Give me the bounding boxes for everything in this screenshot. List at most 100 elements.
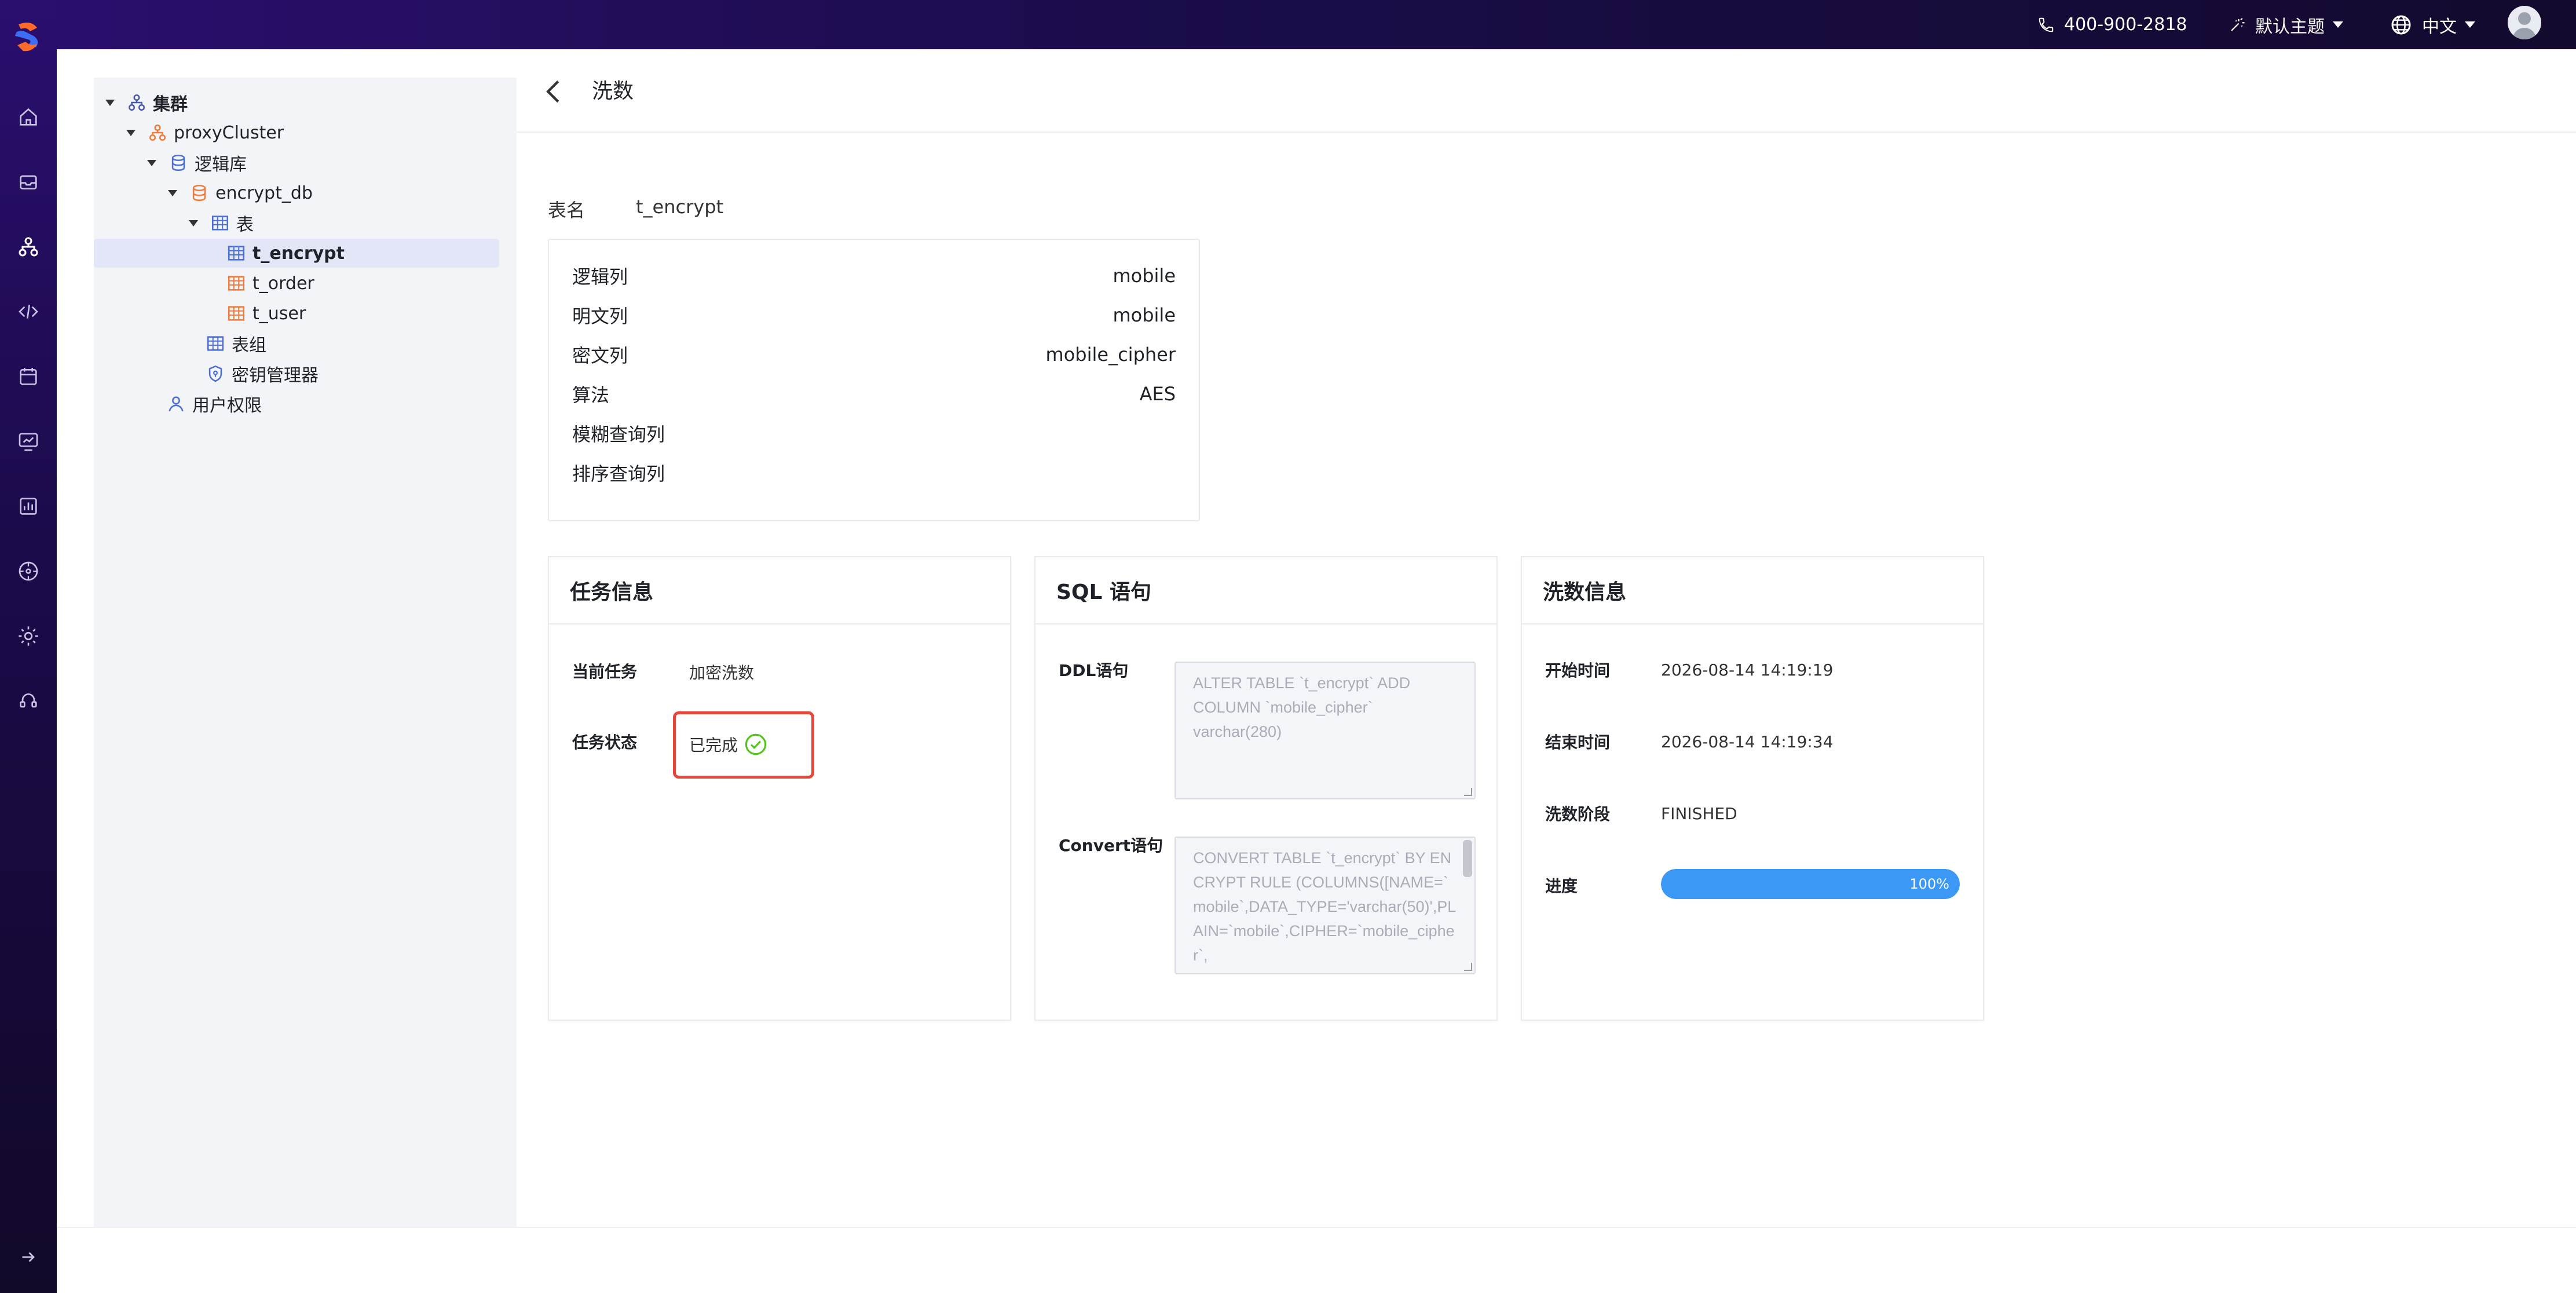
panel-title: SQL 语句 xyxy=(1035,557,1496,624)
expand-sidebar-icon[interactable] xyxy=(16,1244,41,1270)
footer-bar xyxy=(57,1227,2576,1293)
shield-icon xyxy=(205,363,226,384)
stage-label: 洗数阶段 xyxy=(1545,805,1611,824)
caret-down-icon xyxy=(168,189,177,196)
user-icon xyxy=(166,393,186,414)
tree-node-key-manager[interactable]: 密钥管理器 xyxy=(205,359,319,388)
current-task-label: 当前任务 xyxy=(572,662,638,681)
progress-bar: 100% xyxy=(1661,869,1960,899)
resize-handle-icon[interactable] xyxy=(1464,788,1472,796)
column-key: 算法 xyxy=(572,384,610,406)
column-row-plain: 明文列 mobile xyxy=(572,300,1176,330)
resize-handle-icon[interactable] xyxy=(1464,963,1472,971)
cluster-node-icon xyxy=(147,122,168,143)
column-row-fuzzy: 模糊查询列 xyxy=(572,418,1176,448)
stage-value: FINISHED xyxy=(1661,804,1737,823)
tree-label: proxyCluster xyxy=(174,122,284,143)
table-icon xyxy=(226,243,247,264)
resource-tree: 集群 proxyCluster 逻辑库 encrypt_db 表 t_encry… xyxy=(94,78,517,1236)
end-time-label: 结束时间 xyxy=(1545,733,1611,752)
sql-panel: SQL 语句 DDL语句 ALTER TABLE `t_encrypt` ADD… xyxy=(1034,556,1498,1021)
column-row-cipher: 密文列 mobile_cipher xyxy=(572,339,1176,370)
tree-label: encrypt_db xyxy=(215,182,313,203)
report-icon[interactable] xyxy=(16,494,41,519)
tree-label: t_user xyxy=(253,303,306,324)
back-button[interactable] xyxy=(544,77,568,106)
progress-text: 100% xyxy=(1909,876,1949,892)
dashboard-icon[interactable] xyxy=(16,558,41,584)
start-time-value: 2026-08-14 14:19:19 xyxy=(1661,660,1834,680)
column-value: AES xyxy=(1139,383,1176,405)
cluster-icon[interactable] xyxy=(16,234,41,260)
page-header: 洗数 xyxy=(517,49,2576,133)
column-value: mobile xyxy=(1113,265,1176,287)
column-key: 密文列 xyxy=(572,345,628,367)
gear-icon[interactable] xyxy=(16,623,41,649)
theme-selector[interactable]: 默认主题 xyxy=(2229,0,2343,49)
tree-node-logic-db[interactable]: 逻辑库 xyxy=(147,148,247,177)
avatar[interactable] xyxy=(2508,6,2541,39)
globe-icon xyxy=(2391,15,2411,34)
column-value: mobile_cipher xyxy=(1045,344,1176,366)
task-status-label: 任务状态 xyxy=(572,733,638,752)
tree-node-encrypt-db[interactable]: encrypt_db xyxy=(168,178,313,207)
tree-node-t-order[interactable]: t_order xyxy=(226,269,314,298)
wash-info-panel: 洗数信息 开始时间 2026-08-14 14:19:19 结束时间 2026-… xyxy=(1521,556,1984,1021)
chevron-down-icon xyxy=(2465,21,2475,28)
calendar-icon[interactable] xyxy=(16,364,41,389)
language-selector[interactable]: 中文 xyxy=(2390,0,2475,49)
column-key: 明文列 xyxy=(572,305,628,327)
task-info-panel: 任务信息 当前任务 加密洗数 任务状态 已完成 xyxy=(548,556,1011,1021)
app-logo-icon[interactable] xyxy=(7,16,47,57)
tree-label: t_encrypt xyxy=(253,243,345,264)
tree-node-t-user[interactable]: t_user xyxy=(226,299,306,328)
tree-node-cluster-root[interactable]: 集群 xyxy=(105,88,188,117)
tree-label: 密钥管理器 xyxy=(232,366,319,386)
phone-icon xyxy=(2039,17,2054,32)
support-icon[interactable] xyxy=(16,688,41,714)
status-highlight-box xyxy=(673,711,814,779)
table-icon xyxy=(210,213,230,233)
caret-down-icon xyxy=(147,159,156,166)
caret-down-icon xyxy=(126,129,136,136)
convert-text: CONVERT TABLE `t_encrypt` BY ENCRYPT RUL… xyxy=(1193,849,1457,964)
home-icon[interactable] xyxy=(16,104,41,130)
caret-down-icon xyxy=(105,99,115,106)
tree-node-tables[interactable]: 表 xyxy=(189,209,254,238)
table-icon xyxy=(226,273,247,294)
inbox-icon[interactable] xyxy=(16,169,41,195)
ddl-label: DDL语句 xyxy=(1059,661,1129,680)
column-row-order: 排序查询列 xyxy=(572,458,1176,488)
tree-label: t_order xyxy=(253,273,314,294)
top-bar: 400-900-2818 默认主题 中文 xyxy=(0,0,2576,49)
table-group-icon xyxy=(205,333,226,354)
tree-label: 表 xyxy=(236,215,254,235)
ddl-text: ALTER TABLE `t_encrypt` ADD COLUMN `mobi… xyxy=(1193,674,1411,740)
column-value: mobile xyxy=(1113,304,1176,326)
database-icon xyxy=(168,152,189,173)
caret-down-icon xyxy=(189,220,198,227)
tree-label: 逻辑库 xyxy=(195,155,247,175)
tree-node-proxy-cluster[interactable]: proxyCluster xyxy=(126,118,284,147)
chevron-down-icon xyxy=(2333,21,2343,28)
tree-node-table-group[interactable]: 表组 xyxy=(205,329,266,358)
panel-title: 洗数信息 xyxy=(1522,557,1983,624)
progress-label: 进度 xyxy=(1545,876,1578,896)
tree-node-t-encrypt[interactable]: t_encrypt xyxy=(94,239,499,268)
tree-label: 集群 xyxy=(153,94,188,115)
code-icon[interactable] xyxy=(16,299,41,324)
monitor-icon[interactable] xyxy=(16,429,41,454)
cluster-icon xyxy=(126,92,147,113)
chevron-left-icon xyxy=(546,80,559,103)
database-icon xyxy=(189,182,210,203)
tree-node-user-permission[interactable]: 用户权限 xyxy=(166,389,262,418)
phone-number: 400-900-2818 xyxy=(2064,14,2187,35)
scrollbar[interactable] xyxy=(1463,840,1472,877)
phone-contact[interactable]: 400-900-2818 xyxy=(2037,0,2187,49)
column-info-card: 逻辑列 mobile 明文列 mobile 密文列 mobile_cipher 算法 A… xyxy=(548,239,1200,521)
side-navigation xyxy=(0,0,57,1293)
convert-textarea[interactable]: CONVERT TABLE `t_encrypt` BY ENCRYPT RUL… xyxy=(1174,837,1476,974)
ddl-textarea[interactable]: ALTER TABLE `t_encrypt` ADD COLUMN `mobi… xyxy=(1174,662,1476,799)
language-label: 中文 xyxy=(2422,16,2457,37)
theme-icon xyxy=(2231,17,2245,31)
